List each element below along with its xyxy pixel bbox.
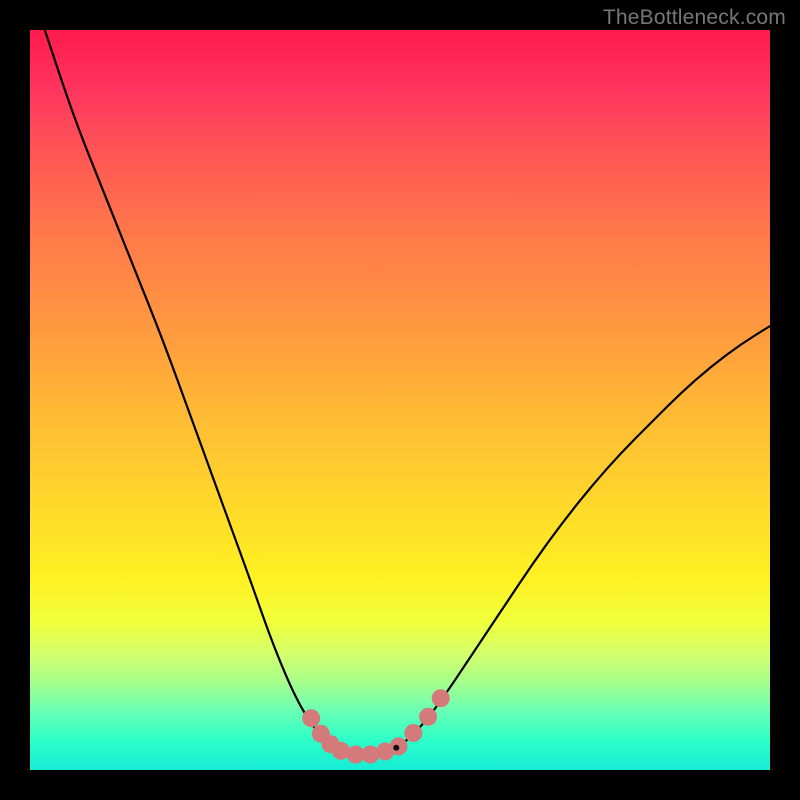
marker-right-2 xyxy=(404,724,422,742)
chart-svg xyxy=(30,30,770,770)
marker-right-top xyxy=(432,689,450,707)
left-curve xyxy=(45,30,341,752)
marker-left-top xyxy=(302,709,320,727)
dark-point xyxy=(393,745,399,751)
right-curve xyxy=(400,326,770,746)
marker-right-3 xyxy=(419,708,437,726)
marker-bottom-3 xyxy=(361,745,379,763)
chart-area xyxy=(30,30,770,770)
watermark: TheBottleneck.com xyxy=(603,6,786,30)
valley-markers xyxy=(302,689,450,763)
